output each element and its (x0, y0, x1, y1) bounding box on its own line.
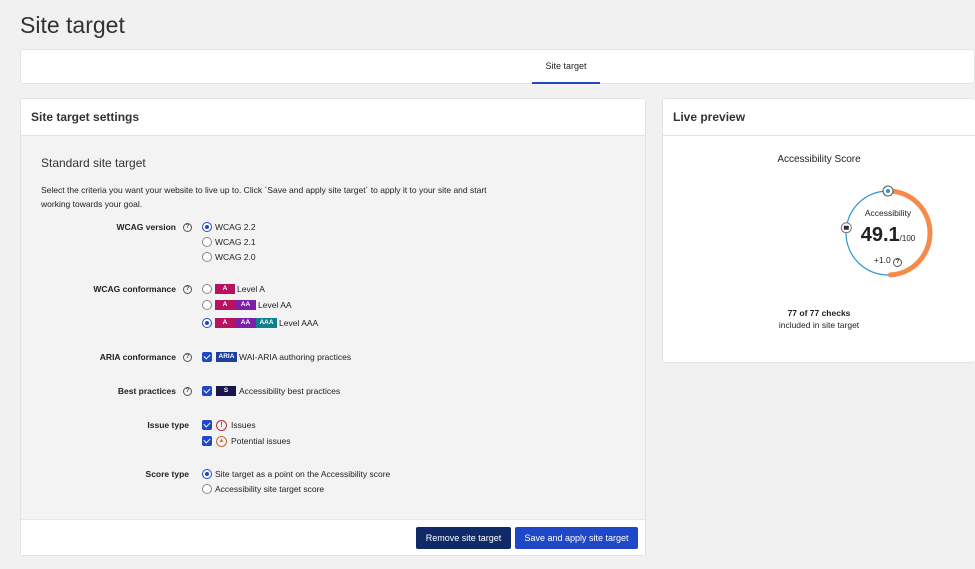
save-apply-site-target-button[interactable]: Save and apply site target (515, 527, 638, 549)
settings-panel-title: Site target settings (21, 99, 645, 136)
remove-site-target-button[interactable]: Remove site target (416, 527, 511, 549)
badge-a: A (215, 284, 235, 294)
badge-aa: AA (235, 318, 256, 328)
badge-aria: ARIA (216, 352, 237, 362)
target-marker-icon (882, 185, 894, 197)
checkbox-issues[interactable]: ! Issues (202, 419, 256, 431)
radio-level-aaa[interactable]: A AA AAA Level AAA (202, 317, 318, 329)
help-icon[interactable]: ? (183, 387, 192, 396)
settings-description: Select the criteria you want your websit… (41, 185, 487, 209)
aria-conformance-label: ARIA conformance (99, 352, 176, 362)
help-icon[interactable]: ? (893, 258, 903, 267)
radio-score-point[interactable]: Site target as a point on the Accessibil… (202, 468, 390, 480)
score-delta: +1.0 ? (837, 255, 939, 267)
gauge-label: Accessibility (864, 208, 912, 218)
tab-site-target[interactable]: Site target (532, 50, 600, 84)
checkbox-checked-icon[interactable] (202, 420, 212, 430)
issue-type-label: Issue type (147, 420, 189, 430)
checkbox-checked-icon[interactable] (202, 352, 212, 362)
radio-selected-icon[interactable] (202, 469, 212, 479)
radio-icon[interactable] (202, 300, 212, 310)
wcag-version-label: WCAG version (116, 222, 176, 232)
page-title: Site target (20, 12, 125, 38)
checkbox-checked-icon[interactable] (202, 436, 212, 446)
help-icon[interactable]: ? (183, 223, 192, 232)
help-icon[interactable]: ? (183, 285, 192, 294)
badge-aaa: AAA (256, 318, 277, 328)
score-value: 49.1/100 (860, 224, 916, 246)
radio-icon[interactable] (202, 484, 212, 494)
accessibility-score-gauge: Accessibility 49.1/100 +1.0 ? (837, 182, 939, 284)
checkbox-best-practices[interactable]: S Accessibility best practices (202, 385, 340, 397)
radio-selected-icon[interactable] (202, 222, 212, 232)
score-title: Accessibility Score (777, 154, 861, 165)
radio-level-a[interactable]: A Level A (202, 283, 265, 295)
help-icon[interactable]: ? (183, 353, 192, 362)
badge-a: A (215, 318, 235, 328)
score-type-label: Score type (145, 469, 189, 479)
wcag-conformance-label: WCAG conformance (93, 284, 176, 294)
checkbox-potential-issues[interactable]: ▲ Potential issues (202, 435, 291, 447)
radio-wcag-2-0[interactable]: WCAG 2.0 (202, 251, 256, 263)
checks-count: 77 of 77 checks (787, 308, 851, 318)
tab-bar: Site target (20, 49, 975, 84)
site-target-settings-panel: Site target settings Standard site targe… (20, 98, 646, 556)
badge-s: S (216, 386, 236, 396)
radio-icon[interactable] (202, 252, 212, 262)
radio-icon[interactable] (202, 237, 212, 247)
radio-level-aa[interactable]: A AA Level AA (202, 299, 292, 311)
radio-wcag-2-2[interactable]: WCAG 2.2 (202, 221, 256, 233)
radio-icon[interactable] (202, 284, 212, 294)
badge-a: A (215, 300, 235, 310)
live-preview-panel: Live preview Accessibility Score Accessi… (662, 98, 975, 363)
checks-subtitle: included in site target (778, 320, 860, 330)
warning-icon: ▲ (216, 435, 227, 447)
error-icon: ! (216, 419, 227, 431)
radio-site-target-score[interactable]: Accessibility site target score (202, 483, 324, 495)
radio-selected-icon[interactable] (202, 318, 212, 328)
section-title: Standard site target (41, 156, 146, 170)
checkbox-checked-icon[interactable] (202, 386, 212, 396)
badge-aa: AA (235, 300, 256, 310)
checkbox-wai-aria[interactable]: ARIA WAI-ARIA authoring practices (202, 351, 351, 363)
radio-wcag-2-1[interactable]: WCAG 2.1 (202, 236, 256, 248)
preview-panel-title: Live preview (663, 99, 975, 136)
best-practices-label: Best practices (117, 386, 176, 396)
